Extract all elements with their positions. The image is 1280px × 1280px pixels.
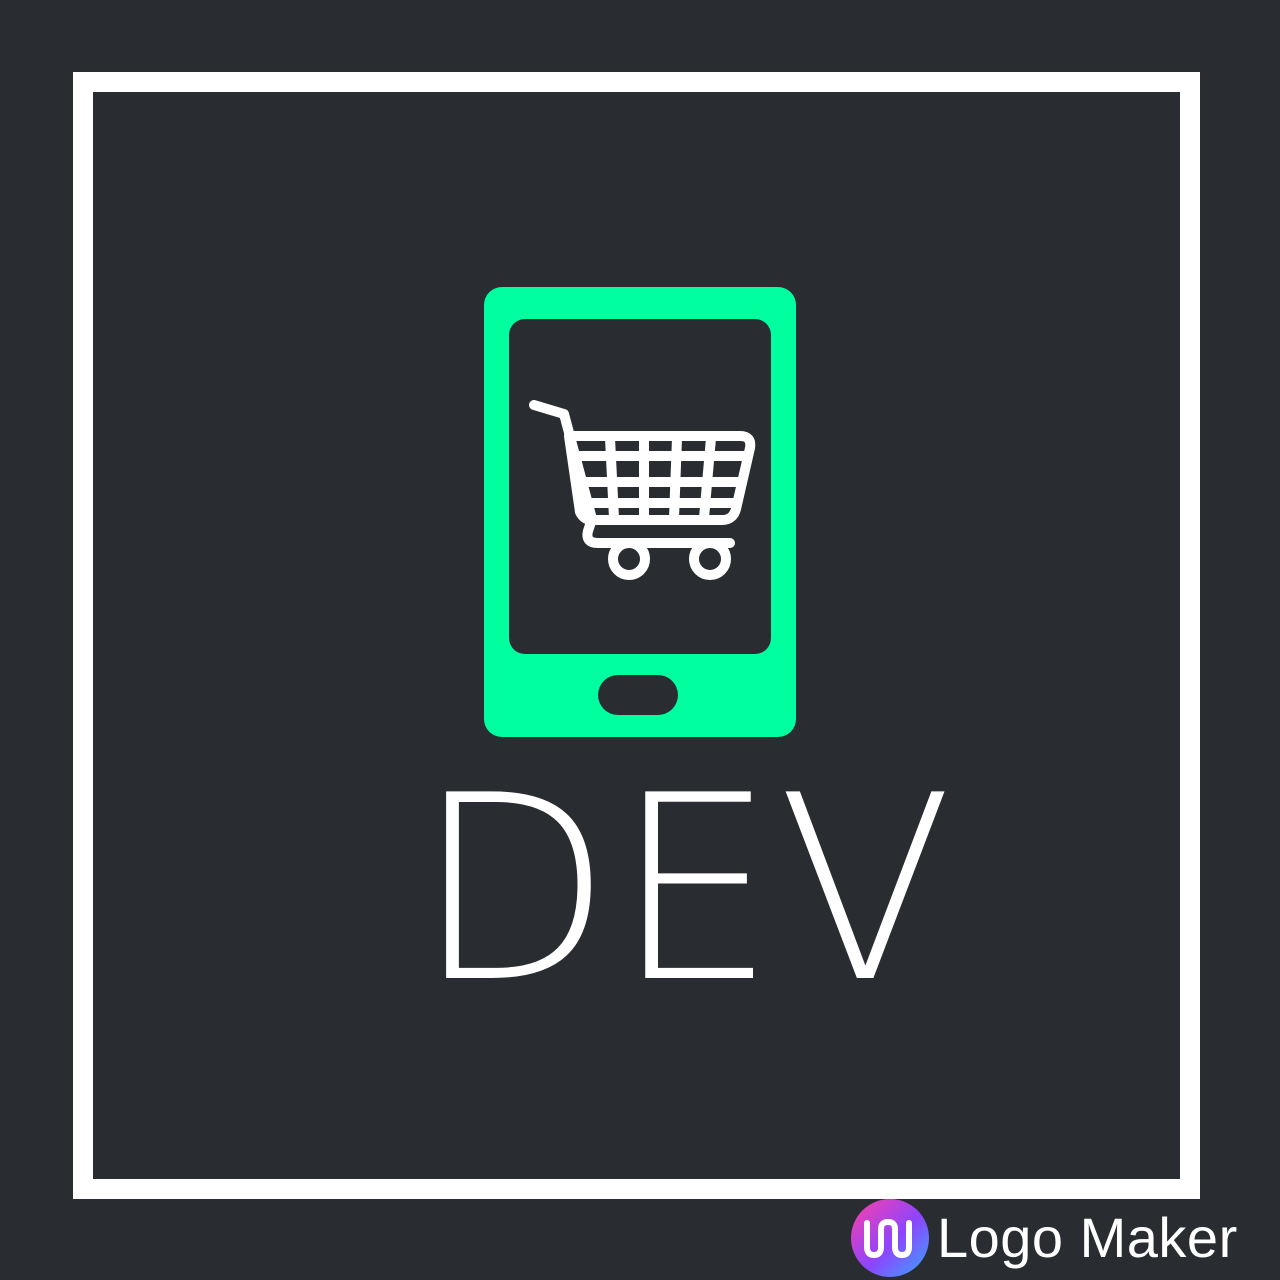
brand-text: DEV <box>415 741 955 1039</box>
logo-maker-icon <box>850 1198 930 1278</box>
watermark-label: Logo Maker <box>937 1206 1238 1269</box>
phone-home-button <box>598 675 678 715</box>
smartphone-shopping-cart-icon <box>484 287 796 737</box>
watermark: Logo Maker <box>850 1196 1238 1280</box>
